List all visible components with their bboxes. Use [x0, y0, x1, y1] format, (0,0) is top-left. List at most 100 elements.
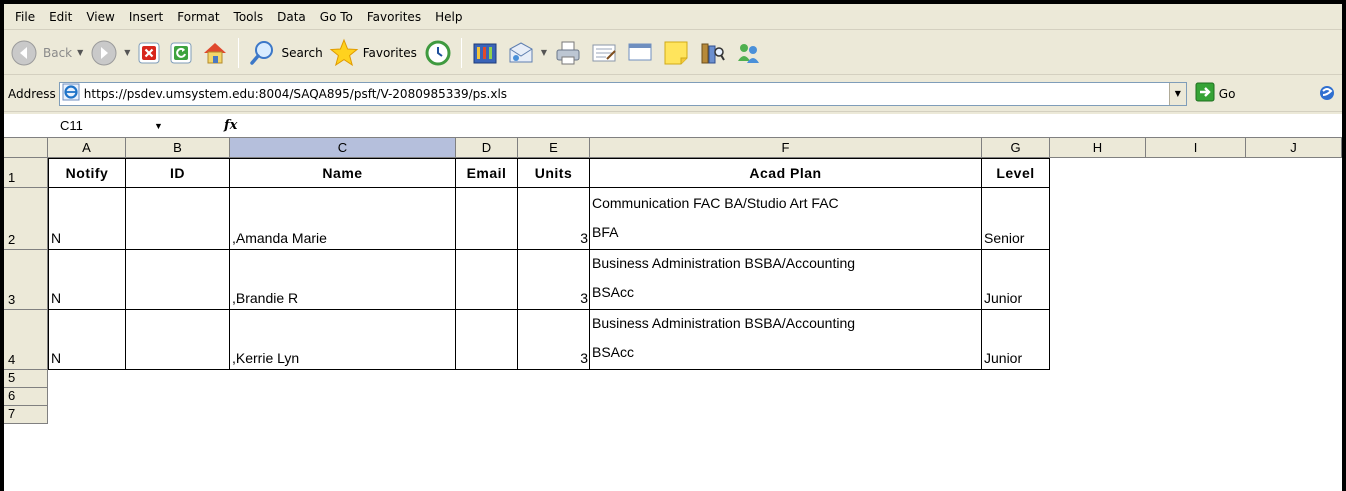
address-dropdown-icon[interactable]: ▼: [1168, 82, 1186, 105]
cell-level[interactable]: Senior: [982, 188, 1050, 250]
star-icon: [329, 38, 359, 68]
row-header-2[interactable]: 2: [4, 188, 48, 250]
cell-notify[interactable]: N: [49, 310, 126, 370]
fx-icon[interactable]: fx: [224, 118, 237, 133]
header-name[interactable]: Name: [230, 159, 456, 188]
notes-button[interactable]: [658, 35, 694, 71]
row-header-4[interactable]: 4: [4, 310, 48, 370]
cell-level[interactable]: Junior: [982, 250, 1050, 310]
column-header-b[interactable]: B: [126, 138, 230, 158]
header-units[interactable]: Units: [518, 159, 590, 188]
column-header-g[interactable]: G: [982, 138, 1050, 158]
acad-plan-line2: BSAcc: [592, 284, 635, 300]
header-level[interactable]: Level: [982, 159, 1050, 188]
cell-name[interactable]: ,Brandie R: [230, 250, 456, 310]
go-arrow-icon: [1195, 82, 1215, 105]
forward-button[interactable]: ▼: [86, 35, 133, 71]
back-label: Back: [43, 45, 73, 60]
menu-insert[interactable]: Insert: [122, 6, 170, 28]
acad-plan-line1: Business Administration BSBA/Accounting: [592, 315, 856, 331]
row-header-5[interactable]: 5: [4, 370, 48, 388]
menu-goto[interactable]: Go To: [313, 6, 360, 28]
cell-id[interactable]: [126, 188, 230, 250]
edit-button[interactable]: [586, 35, 622, 71]
cell-level[interactable]: Junior: [982, 310, 1050, 370]
messenger-button[interactable]: [730, 35, 766, 71]
formula-bar: C11 ▼ fx: [4, 114, 1342, 138]
row-header-7[interactable]: 7: [4, 406, 48, 424]
sticky-note-icon: [661, 38, 691, 68]
go-button[interactable]: Go: [1195, 82, 1236, 105]
column-header-d[interactable]: D: [456, 138, 518, 158]
cell-email[interactable]: [456, 310, 518, 370]
forward-arrow-icon: [89, 38, 119, 68]
forward-dropdown-icon[interactable]: ▼: [124, 48, 130, 57]
column-header-c[interactable]: C: [230, 138, 456, 158]
cell-units[interactable]: 3: [518, 250, 590, 310]
menu-view[interactable]: View: [79, 6, 121, 28]
header-notify[interactable]: Notify: [49, 159, 126, 188]
cell-notify[interactable]: N: [49, 250, 126, 310]
history-button[interactable]: [420, 35, 456, 71]
search-button[interactable]: Search: [244, 35, 325, 71]
cell-notify[interactable]: N: [49, 188, 126, 250]
standard-toolbar: Back ▼ ▼ Search Favorites ▼: [4, 31, 1342, 75]
cell-acad-plan[interactable]: Communication FAC BA/Studio Art FAC BFA: [590, 188, 982, 250]
column-header-f[interactable]: F: [590, 138, 982, 158]
header-email[interactable]: Email: [456, 159, 518, 188]
column-header-h[interactable]: H: [1050, 138, 1146, 158]
select-all-corner[interactable]: [4, 138, 48, 158]
menu-file[interactable]: File: [8, 6, 42, 28]
stop-button[interactable]: [133, 35, 165, 71]
row-header-3[interactable]: 3: [4, 250, 48, 310]
cell-acad-plan[interactable]: Business Administration BSBA/Accounting …: [590, 310, 982, 370]
header-id[interactable]: ID: [126, 159, 230, 188]
back-button[interactable]: Back ▼: [6, 35, 86, 71]
cell-email[interactable]: [456, 188, 518, 250]
cell-id[interactable]: [126, 250, 230, 310]
row-header-6[interactable]: 6: [4, 388, 48, 406]
column-header-j[interactable]: J: [1246, 138, 1342, 158]
cell-name[interactable]: ,Kerrie Lyn: [230, 310, 456, 370]
tools-button[interactable]: [467, 35, 503, 71]
column-header-a[interactable]: A: [48, 138, 126, 158]
cell-units[interactable]: 3: [518, 188, 590, 250]
cell-acad-plan[interactable]: Business Administration BSBA/Accounting …: [590, 250, 982, 310]
row-header-1[interactable]: 1: [4, 158, 48, 188]
browser-window: File Edit View Insert Format Tools Data …: [4, 4, 1342, 491]
cell-id[interactable]: [126, 310, 230, 370]
research-books-icon: [697, 38, 727, 68]
back-dropdown-icon[interactable]: ▼: [77, 48, 83, 57]
mail-dropdown-icon[interactable]: ▼: [541, 48, 547, 57]
discuss-button[interactable]: [622, 35, 658, 71]
home-button[interactable]: [197, 35, 233, 71]
mail-button[interactable]: ▼: [503, 35, 550, 71]
cell-email[interactable]: [456, 250, 518, 310]
menu-edit[interactable]: Edit: [42, 6, 79, 28]
ie-page-icon: [62, 83, 80, 104]
header-acad-plan[interactable]: Acad Plan: [590, 159, 982, 188]
cell-reference: C11: [60, 118, 83, 133]
snagit-icon[interactable]: [1318, 84, 1336, 105]
menu-favorites[interactable]: Favorites: [360, 6, 428, 28]
name-box-dropdown-icon[interactable]: ▼: [154, 121, 163, 131]
refresh-button[interactable]: [165, 35, 197, 71]
cell-units[interactable]: 3: [518, 310, 590, 370]
menu-tools[interactable]: Tools: [227, 6, 271, 28]
go-label: Go: [1218, 86, 1236, 101]
column-header-i[interactable]: I: [1146, 138, 1246, 158]
messenger-buddies-icon: [733, 38, 763, 68]
menu-data[interactable]: Data: [270, 6, 313, 28]
favorites-button[interactable]: Favorites: [326, 35, 420, 71]
favorites-label: Favorites: [362, 45, 417, 60]
column-header-e[interactable]: E: [518, 138, 590, 158]
acad-plan-line1: Business Administration BSBA/Accounting: [592, 255, 856, 271]
cell-name[interactable]: ,Amanda Marie: [230, 188, 456, 250]
address-input[interactable]: https://psdev.umsystem.edu:8004/SAQA895/…: [58, 81, 1187, 106]
name-box[interactable]: C11 ▼: [4, 115, 164, 137]
menu-help[interactable]: Help: [428, 6, 469, 28]
research-button[interactable]: [694, 35, 730, 71]
print-button[interactable]: [550, 35, 586, 71]
home-icon: [200, 38, 230, 68]
menu-format[interactable]: Format: [170, 6, 226, 28]
